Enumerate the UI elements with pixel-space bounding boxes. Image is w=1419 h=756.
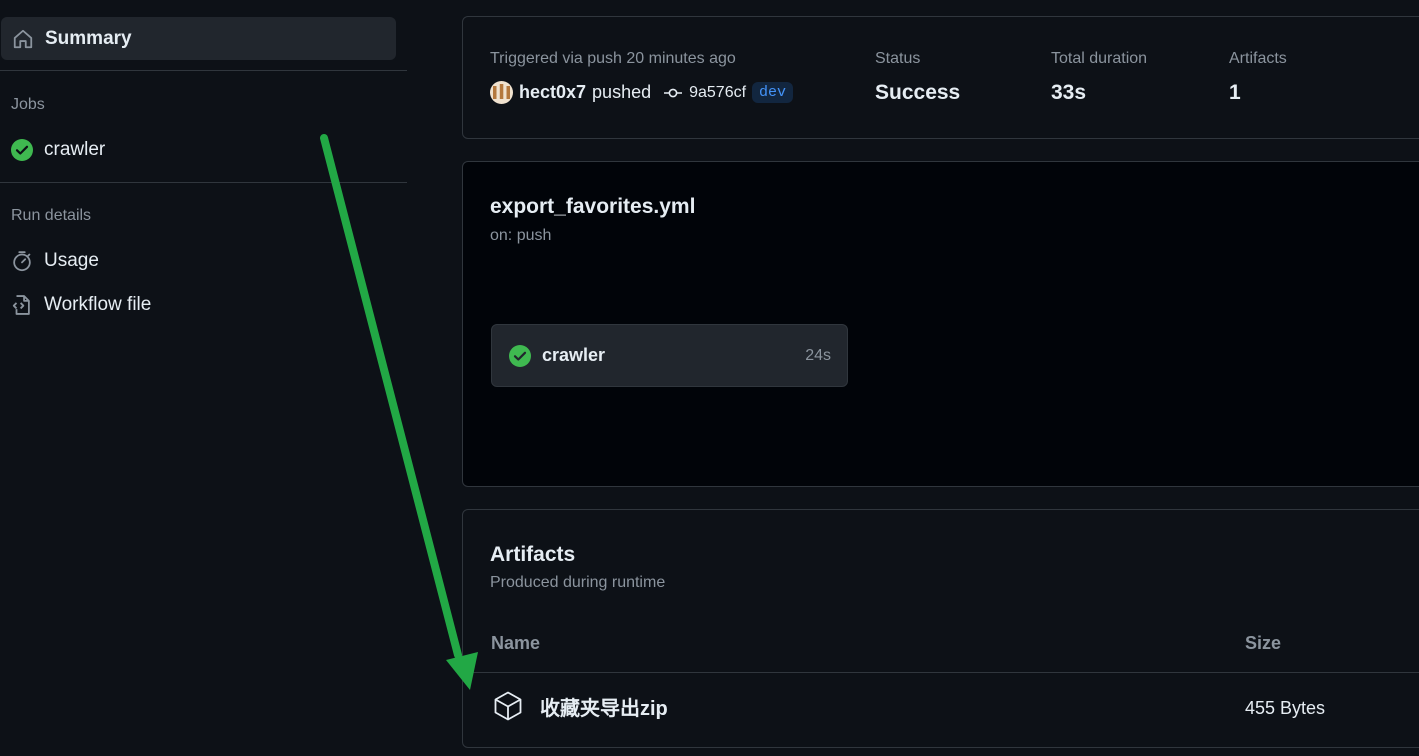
home-icon — [11, 27, 35, 51]
table-divider — [463, 672, 1419, 673]
artifacts-card: Artifacts Produced during runtime Name S… — [462, 509, 1419, 748]
jobs-heading: Jobs — [11, 96, 45, 113]
branch-badge[interactable]: dev — [752, 82, 794, 103]
sidebar-item-label: Summary — [45, 27, 132, 49]
artifact-download-link[interactable]: 收藏夹导出zip — [540, 692, 668, 721]
push-action: pushed — [592, 82, 652, 102]
workflow-graph-card: export_favorites.yml on: push crawler 24… — [462, 161, 1419, 487]
job-name: crawler — [542, 345, 606, 365]
column-header-name: Name — [491, 633, 541, 653]
duration-label: Total duration — [1051, 50, 1148, 67]
artifact-size: 455 Bytes — [1245, 698, 1326, 718]
job-duration: 24s — [805, 346, 831, 364]
artifacts-count-label: Artifacts — [1229, 50, 1287, 67]
trigger-text: Triggered via push 20 minutes ago — [490, 50, 736, 67]
run-details-heading: Run details — [11, 207, 92, 224]
workflow-file-name: export_favorites.yml — [490, 195, 696, 218]
commit-author[interactable]: hect0x7 — [519, 82, 586, 103]
sidebar-item-label: crawler — [44, 139, 106, 160]
sidebar: Summary Jobs crawler Run details Usage W… — [0, 0, 407, 756]
stopwatch-icon — [10, 249, 34, 273]
sidebar-item-crawler[interactable]: crawler — [10, 133, 105, 167]
workflow-file-icon — [10, 293, 34, 317]
avatar[interactable] — [490, 81, 513, 104]
duration-value: 33s — [1051, 81, 1087, 104]
package-icon — [492, 690, 524, 722]
sidebar-item-usage[interactable]: Usage — [10, 244, 99, 278]
artifacts-title: Artifacts — [490, 543, 576, 566]
sidebar-item-summary[interactable]: Summary — [1, 17, 396, 60]
commit-sha: 9a576cf — [689, 83, 747, 101]
sidebar-divider — [0, 70, 407, 71]
workflow-trigger: on: push — [490, 227, 552, 244]
check-circle-icon — [10, 138, 34, 162]
commit-icon — [663, 83, 683, 103]
job-node-crawler[interactable]: crawler 24s — [491, 324, 848, 387]
commit-link[interactable]: 9a576cf — [663, 83, 746, 103]
status-value: Success — [875, 81, 961, 104]
sidebar-divider — [0, 182, 407, 183]
column-header-size: Size — [1245, 633, 1282, 653]
sidebar-item-label: Usage — [44, 250, 99, 271]
run-info-card: Triggered via push 20 minutes ago hect0x… — [462, 16, 1419, 139]
check-circle-icon — [508, 344, 532, 368]
artifacts-subtitle: Produced during runtime — [490, 574, 666, 591]
status-label: Status — [875, 50, 921, 67]
trigger-details: hect0x7 pushed 9a576cf dev — [490, 81, 794, 104]
sidebar-item-workflow-file[interactable]: Workflow file — [10, 288, 151, 322]
table-row: 收藏夹导出zip — [492, 690, 668, 722]
artifacts-count-value: 1 — [1229, 81, 1241, 104]
sidebar-item-label: Workflow file — [44, 294, 152, 315]
